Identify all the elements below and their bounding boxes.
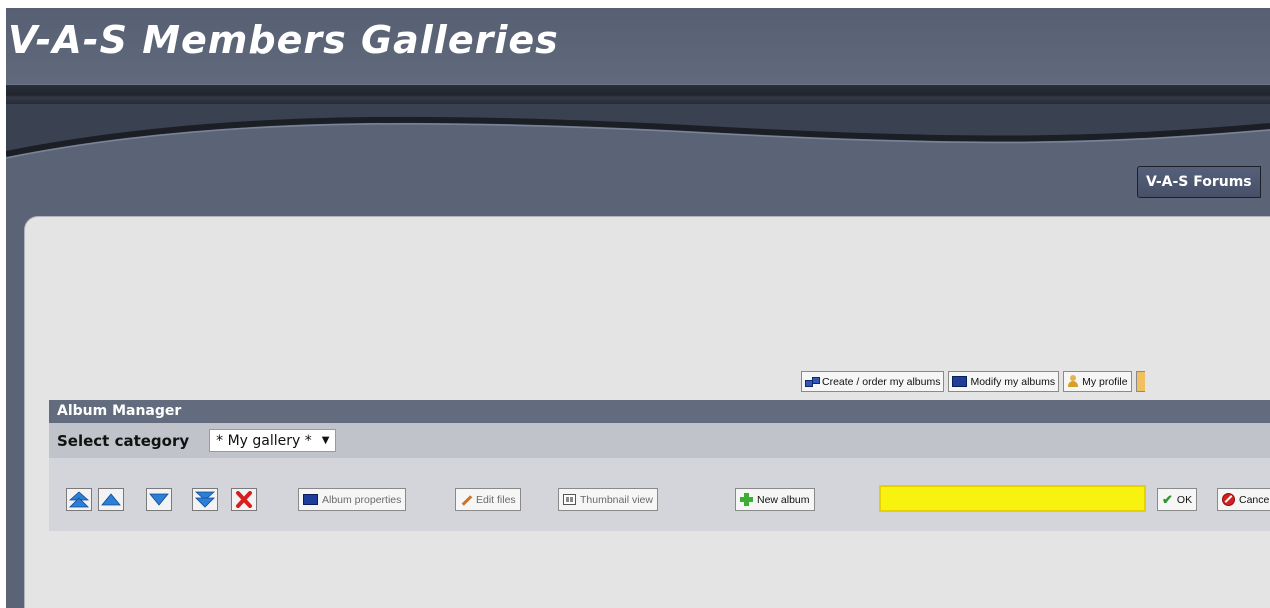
down-arrow-icon xyxy=(149,493,169,506)
new-album-name-input[interactable] xyxy=(879,485,1146,512)
chevron-down-icon: ▼ xyxy=(321,435,330,446)
move-up-button[interactable] xyxy=(98,488,124,511)
forums-button[interactable]: V-A-S Forums xyxy=(1137,166,1261,198)
up-arrow-icon xyxy=(101,493,121,506)
move-to-top-button[interactable] xyxy=(66,488,92,511)
category-select[interactable]: * My gallery * ▼ xyxy=(209,429,337,452)
top-links-toolbar: Create / order my albums Modify my album… xyxy=(801,371,1145,392)
new-album-label: New album xyxy=(757,493,810,506)
create-order-albums-label: Create / order my albums xyxy=(822,375,941,388)
user-icon xyxy=(1067,375,1079,388)
monitor-icon xyxy=(952,376,968,387)
pencil-icon xyxy=(460,494,472,506)
truncated-link-icon[interactable] xyxy=(1135,371,1145,392)
red-x-icon xyxy=(236,491,252,508)
modify-albums-link[interactable]: Modify my albums xyxy=(948,371,1060,392)
edit-files-button[interactable]: Edit files xyxy=(455,488,521,511)
albums-network-icon xyxy=(805,376,820,388)
delete-album-button[interactable] xyxy=(231,488,257,511)
category-select-value: * My gallery * xyxy=(216,432,312,449)
page-frame: V-A-S Members Galleries V-A-S Forums Cre… xyxy=(6,8,1270,608)
monitor-icon xyxy=(303,494,318,505)
album-toolbar: Album properties Edit files Thumbnail vi… xyxy=(49,458,1270,531)
cancel-label: Cance xyxy=(1239,493,1270,506)
select-category-label: Select category xyxy=(57,431,190,450)
main-content-panel: Create / order my albums Modify my album… xyxy=(24,216,1270,608)
site-title: V-A-S Members Galleries xyxy=(8,18,559,62)
plus-icon xyxy=(740,493,753,506)
cancel-button[interactable]: Cance xyxy=(1217,488,1270,511)
my-profile-label: My profile xyxy=(1082,375,1128,388)
thumbnail-view-button[interactable]: Thumbnail view xyxy=(558,488,658,511)
double-down-arrow-icon xyxy=(195,491,215,508)
new-album-button[interactable]: New album xyxy=(735,488,815,511)
move-to-bottom-button[interactable] xyxy=(192,488,218,511)
checkmark-icon: ✔ xyxy=(1162,491,1173,507)
ok-label: OK xyxy=(1176,493,1193,506)
cancel-icon xyxy=(1222,493,1235,506)
modify-albums-label: Modify my albums xyxy=(970,375,1056,388)
double-up-arrow-icon xyxy=(69,491,89,508)
create-order-albums-link[interactable]: Create / order my albums xyxy=(801,371,945,392)
album-manager-header: Album Manager xyxy=(49,400,1270,423)
edit-files-label: Edit files xyxy=(476,493,516,506)
select-category-row: Select category * My gallery * ▼ xyxy=(49,423,1270,458)
title-band: V-A-S Members Galleries xyxy=(6,8,1270,84)
thumbnail-icon xyxy=(563,494,576,505)
album-properties-label: Album properties xyxy=(322,493,402,506)
thumbnail-view-label: Thumbnail view xyxy=(580,493,653,506)
my-profile-link[interactable]: My profile xyxy=(1063,371,1132,392)
move-down-button[interactable] xyxy=(146,488,172,511)
header-wave-decoration xyxy=(6,104,1270,159)
ok-button[interactable]: ✔ OK xyxy=(1157,488,1198,511)
album-properties-button[interactable]: Album properties xyxy=(298,488,407,511)
